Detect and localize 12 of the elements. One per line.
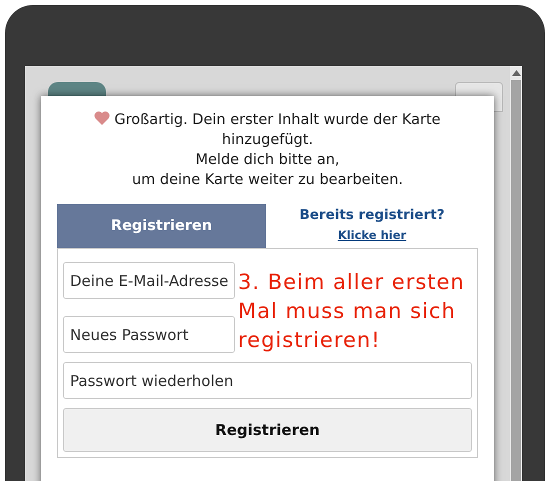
input-field[interactable]: Neues Passwort	[63, 316, 235, 353]
register-tab[interactable]: Registrieren	[57, 204, 266, 248]
heart-icon	[94, 111, 110, 125]
register-button[interactable]: Registrieren	[63, 408, 472, 452]
scroll-up-icon[interactable]	[512, 70, 520, 76]
message-text: Großartig. Dein erster Inhalt wurde der Karte hinzugefügt. Melde dich bitte an, um deine Karte weiter zu bearbeiten.	[57, 110, 478, 190]
scrollbar[interactable]	[510, 66, 522, 481]
input-field[interactable]: Passwort wiederholen	[63, 362, 472, 399]
input-field[interactable]: Deine E-Mail-Adresse	[63, 262, 235, 299]
login-link[interactable]: Klicke hier	[338, 228, 406, 242]
login-tab[interactable]: Bereits registriert?	[299, 207, 445, 223]
annotation-text: 3. Beim aller ersten Mal muss man sich registrieren!	[238, 269, 466, 354]
